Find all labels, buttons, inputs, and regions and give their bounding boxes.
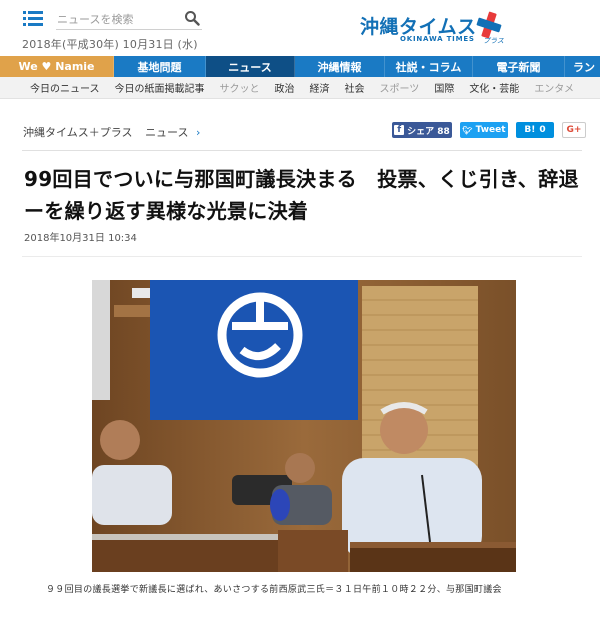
site-logo[interactable]: 沖縄タイムス OKINAWA TIMES プラス [360,10,510,46]
logo-english: OKINAWA TIMES [400,35,475,43]
subnav-culture[interactable]: 文化・芸能 [469,80,519,95]
main-navigation: We ♥ Namie 基地問題 ニュース 沖縄情報 社説・コラム 電子新聞 ラン [0,56,600,77]
site-header: 2018年(平成30年) 10月31日 (水) 沖縄タイムス OKINAWA T… [0,0,600,56]
search-input[interactable] [56,9,176,30]
logo-plus-label: プラス [483,37,504,45]
subnav-todays-news[interactable]: 今日のニュース [30,80,100,95]
breadcrumb-section[interactable]: ニュース [145,126,188,139]
current-date: 2018年(平成30年) 10月31日 (水) [22,38,198,51]
search-icon[interactable] [184,10,200,26]
plus-logo-icon [476,11,502,39]
hatena-bookmark-button[interactable]: B! 0 [516,122,554,138]
hatena-b-icon: B! [524,125,536,135]
nav-ranking[interactable]: ラン [565,56,600,77]
twitter-tweet-button[interactable]: 🐦︎ Tweet [460,122,508,138]
nav-editorial-column[interactable]: 社説・コラム [385,56,473,77]
breadcrumb: 沖縄タイムス＋プラス ニュース › [23,124,200,140]
tweet-label: Tweet [475,125,506,135]
subnav-todays-paper[interactable]: 今日の紙面掲載記事 [115,80,205,95]
subnav-society[interactable]: 社会 [345,80,365,95]
twitter-bird-icon: 🐦︎ [462,125,473,135]
nav-e-paper[interactable]: 電子新聞 [473,56,565,77]
breadcrumb-site[interactable]: 沖縄タイムス＋プラス [23,126,133,139]
search-box [56,8,202,30]
subnav-sports[interactable]: スポーツ [380,80,420,95]
subnav-quick[interactable]: サクッと [220,80,260,95]
subnav-economy[interactable]: 経済 [310,80,330,95]
photo-caption: ９９回目の議長選挙で新議長に選ばれ、あいさつする前西原武三氏＝３１日午前１０時２… [46,585,502,595]
nav-news[interactable]: ニュース [206,56,295,77]
facebook-icon: f [394,125,405,135]
article-published-date: 2018年10月31日 10:34 [24,233,137,244]
sub-navigation: 今日のニュース 今日の紙面掲載記事 サクッと 政治 経済 社会 スポーツ 国際 … [0,77,600,99]
divider [22,150,582,151]
facebook-share-button[interactable]: f シェア 88 [392,122,452,138]
subnav-entertainment[interactable]: エンタメ [534,80,574,95]
share-buttons: f シェア 88 🐦︎ Tweet B! 0 G+ [384,122,586,138]
nav-okinawa-info[interactable]: 沖縄情報 [295,56,385,77]
google-plus-label: G+ [566,125,582,135]
subnav-politics[interactable]: 政治 [275,80,295,95]
nav-we-love-namie[interactable]: We ♥ Namie [0,56,114,77]
article-title: 99回目でついに与那国町議長決まる 投票、くじ引き、辞退ーを繰り返す異様な光景に… [24,167,579,223]
nav-base-issues[interactable]: 基地問題 [114,56,206,77]
facebook-share-label: シェア 88 [407,126,450,137]
chevron-right-icon: › [196,126,201,139]
divider [22,256,582,257]
google-plus-button[interactable]: G+ [562,122,586,138]
article-photo [92,280,516,572]
subnav-international[interactable]: 国際 [434,80,454,95]
hamburger-menu-icon[interactable] [23,10,43,27]
hatena-count: 0 [539,125,546,135]
